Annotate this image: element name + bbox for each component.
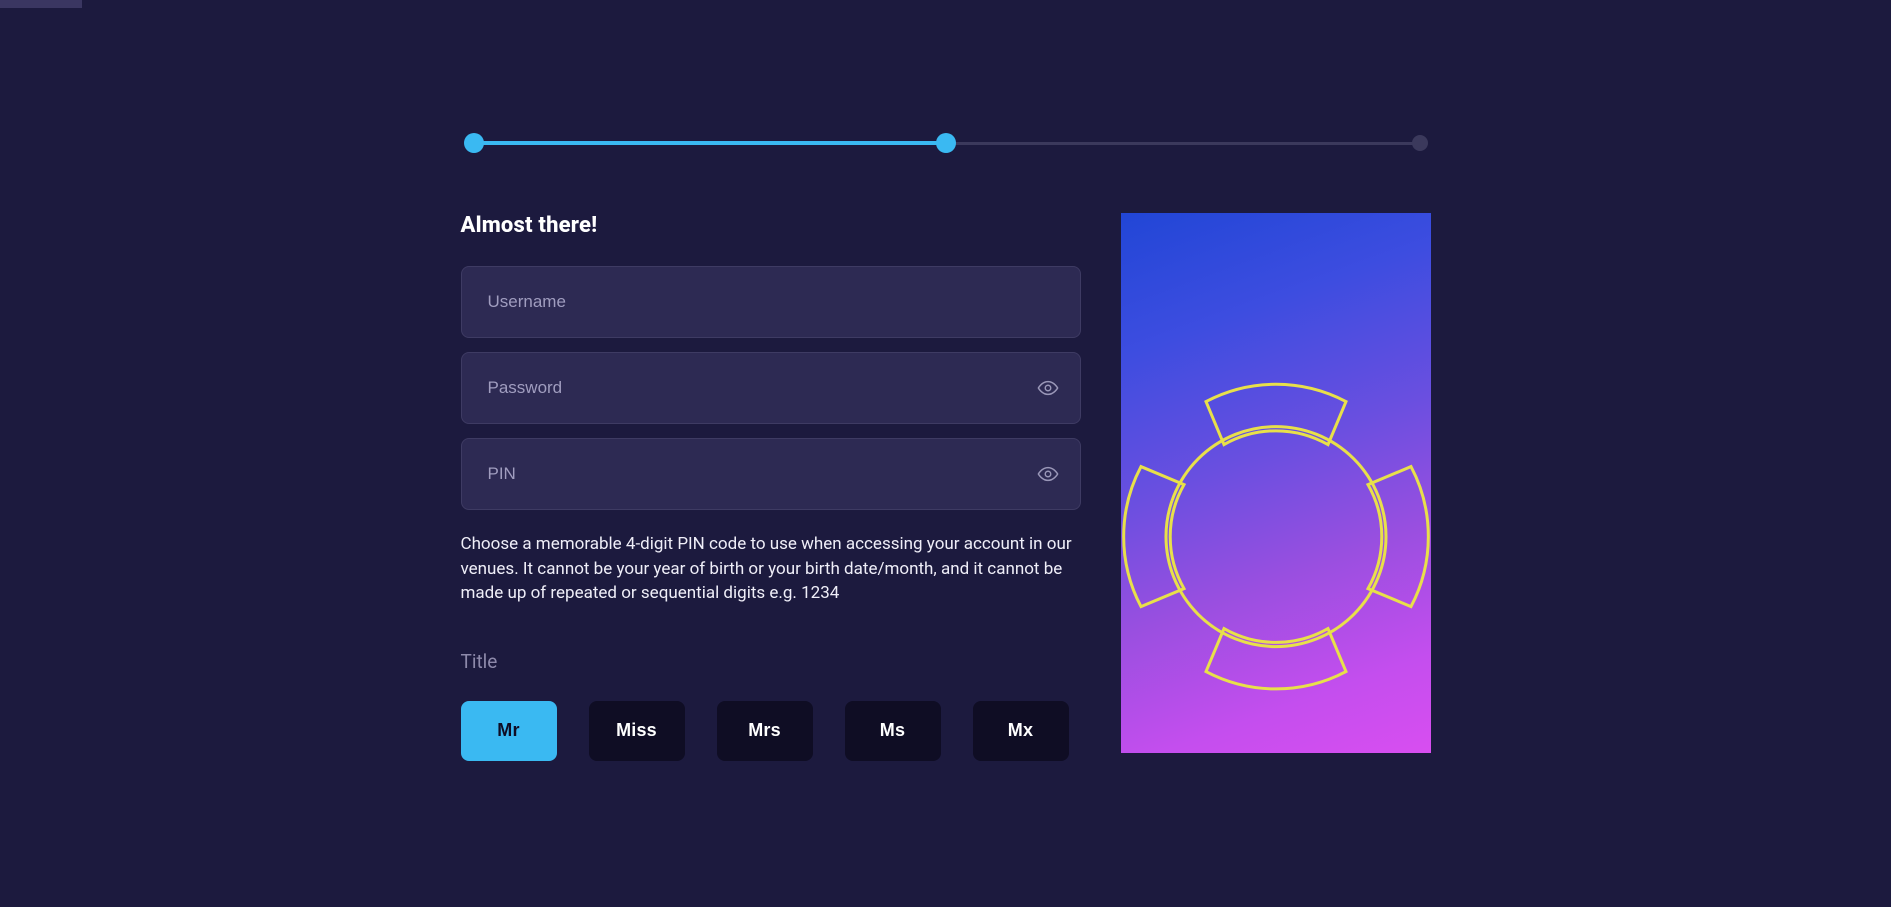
progress-step-1 (464, 133, 484, 153)
title-options: Mr Miss Mrs Ms Mx (461, 701, 1081, 761)
password-input[interactable] (461, 352, 1081, 424)
password-field-wrap (461, 352, 1081, 424)
pin-field-wrap (461, 438, 1081, 510)
promo-graphic (1121, 307, 1431, 727)
title-option-mr[interactable]: Mr (461, 701, 557, 761)
page-container: Almost there! (0, 0, 1891, 907)
title-option-miss[interactable]: Miss (589, 701, 685, 761)
title-option-mx[interactable]: Mx (973, 701, 1069, 761)
progress-step-2 (936, 133, 956, 153)
page-heading: Almost there! (461, 213, 1081, 238)
progress-step-3 (1412, 135, 1428, 151)
promo-panel (1121, 213, 1431, 753)
main-row: Almost there! (461, 213, 1431, 761)
username-field-wrap (461, 266, 1081, 338)
title-option-ms[interactable]: Ms (845, 701, 941, 761)
content: Almost there! (461, 8, 1431, 761)
title-label: Title (461, 650, 1081, 673)
progress-bar (461, 133, 1431, 153)
username-input[interactable] (461, 266, 1081, 338)
pin-input[interactable] (461, 438, 1081, 510)
form-column: Almost there! (461, 213, 1081, 761)
title-option-mrs[interactable]: Mrs (717, 701, 813, 761)
topbar-accent (0, 0, 82, 8)
pin-help-text: Choose a memorable 4-digit PIN code to u… (461, 532, 1081, 606)
eye-icon[interactable] (1037, 463, 1059, 485)
eye-icon[interactable] (1037, 377, 1059, 399)
progress-fill (471, 141, 946, 145)
